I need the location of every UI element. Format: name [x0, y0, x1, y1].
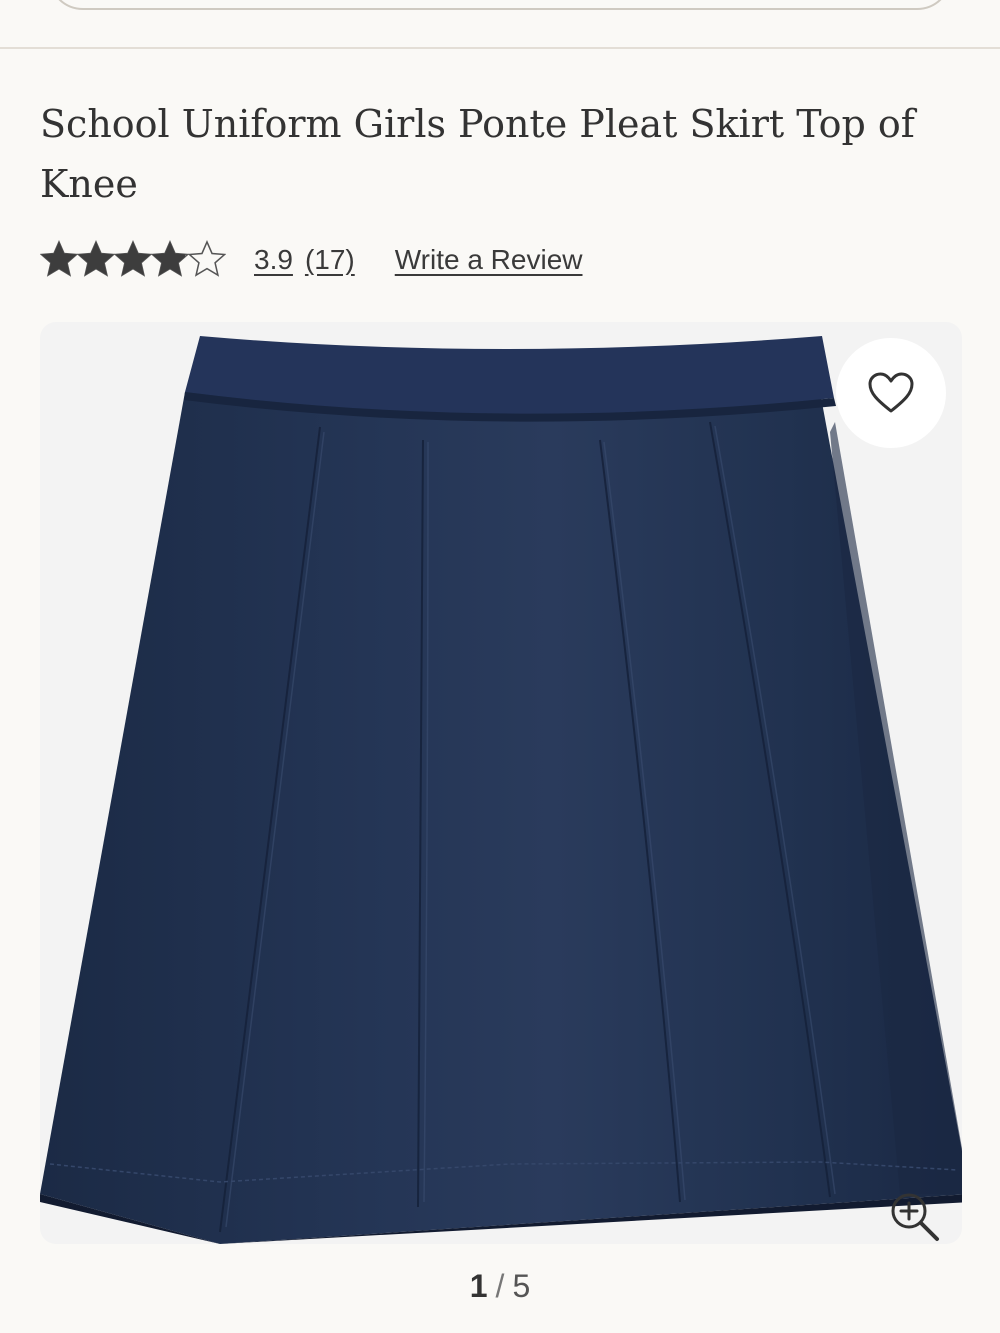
rating-summary-link[interactable]: 3.9 (17)	[254, 244, 355, 276]
write-review-link[interactable]: Write a Review	[395, 244, 583, 276]
product-image-gallery[interactable]	[40, 322, 962, 1244]
zoom-in-icon	[891, 1193, 939, 1241]
zoom-button[interactable]	[884, 1186, 946, 1244]
review-count: (17)	[304, 244, 355, 275]
header-divider	[0, 47, 1000, 49]
star-rating-icon	[40, 241, 226, 276]
star-rating[interactable]	[40, 240, 228, 280]
search-bar[interactable]	[48, 0, 952, 10]
pager-separator: /	[495, 1268, 505, 1304]
product-title: School Uniform Girls Ponte Pleat Skirt T…	[40, 102, 915, 206]
pager-current: 1	[469, 1268, 488, 1304]
product-image	[40, 336, 962, 1244]
rating-value: 3.9	[254, 244, 293, 275]
gallery-pager: 1/5	[0, 1268, 1000, 1305]
favorite-button[interactable]	[836, 338, 946, 448]
pager-total: 5	[512, 1268, 531, 1304]
rating-row: 3.9 (17) Write a Review	[40, 236, 583, 284]
heart-outline-icon	[868, 372, 914, 413]
